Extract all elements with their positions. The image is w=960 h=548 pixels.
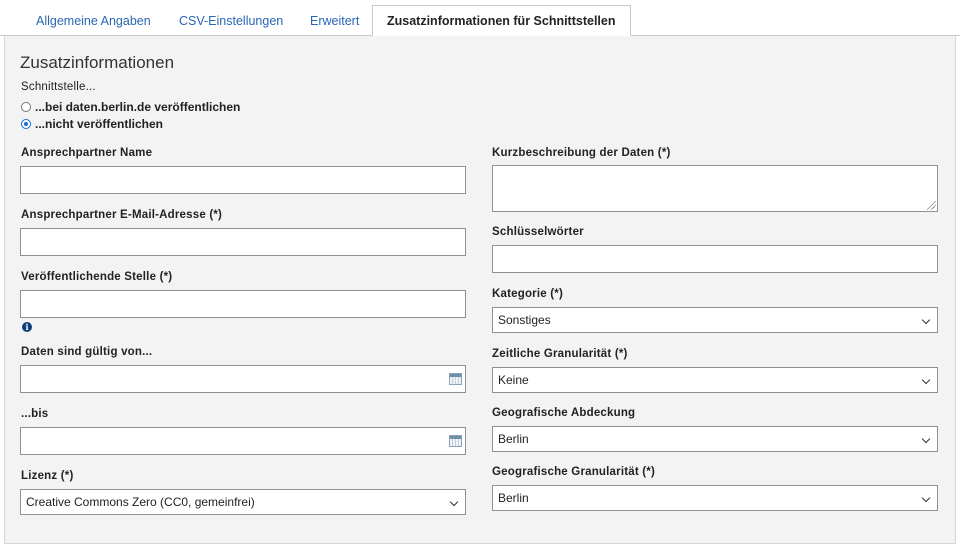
geo-coverage-select[interactable]: Berlin bbox=[492, 426, 938, 452]
calendar-icon[interactable] bbox=[449, 435, 462, 447]
category-selected-value: Sonstiges bbox=[498, 313, 551, 327]
chevron-down-icon bbox=[921, 493, 931, 503]
radio-not-publish-label: ...nicht veröffentlichen bbox=[35, 117, 164, 131]
temporal-granularity-label: Zeitliche Granularität (*) bbox=[492, 348, 628, 360]
tab-zusatzinformationen[interactable]: Zusatzinformationen für Schnittstellen bbox=[372, 5, 631, 36]
description-wrapper bbox=[492, 165, 938, 212]
description-label: Kurzbeschreibung der Daten (*) bbox=[492, 147, 671, 159]
temporal-granularity-selected-value: Keine bbox=[498, 373, 529, 387]
category-label: Kategorie (*) bbox=[492, 288, 563, 300]
valid-to-label: ...bis bbox=[21, 408, 49, 420]
description-textarea[interactable] bbox=[492, 165, 938, 212]
resize-handle-icon[interactable] bbox=[927, 201, 936, 210]
publish-group-label: Schnittstelle... bbox=[21, 81, 96, 93]
tab-csv-einstellungen[interactable]: CSV-Einstellungen bbox=[179, 6, 283, 36]
license-select[interactable]: Creative Commons Zero (CC0, gemeinfrei) bbox=[20, 489, 466, 515]
contact-email-input[interactable] bbox=[20, 228, 466, 256]
geo-granularity-selected-value: Berlin bbox=[498, 491, 529, 505]
section-title: Zusatzinformationen bbox=[20, 53, 175, 72]
contact-name-label: Ansprechpartner Name bbox=[21, 147, 153, 159]
geo-coverage-selected-value: Berlin bbox=[498, 432, 529, 446]
chevron-down-icon bbox=[921, 434, 931, 444]
keywords-label: Schlüsselwörter bbox=[492, 226, 584, 238]
calendar-icon[interactable] bbox=[449, 373, 462, 385]
info-icon[interactable]: i bbox=[22, 322, 32, 332]
temporal-granularity-select[interactable]: Keine bbox=[492, 367, 938, 393]
publisher-label: Veröffentlichende Stelle (*) bbox=[21, 271, 173, 283]
tab-allgemeine-angaben[interactable]: Allgemeine Angaben bbox=[36, 6, 151, 36]
contact-email-label: Ansprechpartner E-Mail-Adresse (*) bbox=[21, 209, 223, 221]
radio-publish[interactable]: ...bei daten.berlin.de veröffentlichen bbox=[21, 100, 240, 114]
geo-coverage-label: Geografische Abdeckung bbox=[492, 407, 636, 419]
chevron-down-icon bbox=[921, 375, 931, 385]
geo-granularity-select[interactable]: Berlin bbox=[492, 485, 938, 511]
license-selected-value: Creative Commons Zero (CC0, gemeinfrei) bbox=[26, 495, 255, 509]
publisher-input[interactable] bbox=[20, 290, 466, 318]
tab-erweitert[interactable]: Erweitert bbox=[310, 6, 359, 36]
category-select[interactable]: Sonstiges bbox=[492, 307, 938, 333]
chevron-down-icon bbox=[921, 315, 931, 325]
contact-name-input[interactable] bbox=[20, 166, 466, 194]
keywords-input[interactable] bbox=[492, 245, 938, 273]
valid-from-label: Daten sind gültig von... bbox=[21, 346, 153, 358]
geo-granularity-label: Geografische Granularität (*) bbox=[492, 466, 656, 478]
radio-not-publish[interactable]: ...nicht veröffentlichen bbox=[21, 117, 163, 131]
radio-not-publish-circle[interactable] bbox=[21, 119, 31, 129]
valid-from-input[interactable] bbox=[20, 365, 466, 393]
radio-publish-label: ...bei daten.berlin.de veröffentlichen bbox=[35, 100, 241, 114]
license-label: Lizenz (*) bbox=[21, 470, 74, 482]
valid-to-input[interactable] bbox=[20, 427, 466, 455]
chevron-down-icon bbox=[449, 497, 459, 507]
radio-publish-circle[interactable] bbox=[21, 102, 31, 112]
tab-bar: Allgemeine Angaben CSV-Einstellungen Erw… bbox=[0, 0, 960, 36]
